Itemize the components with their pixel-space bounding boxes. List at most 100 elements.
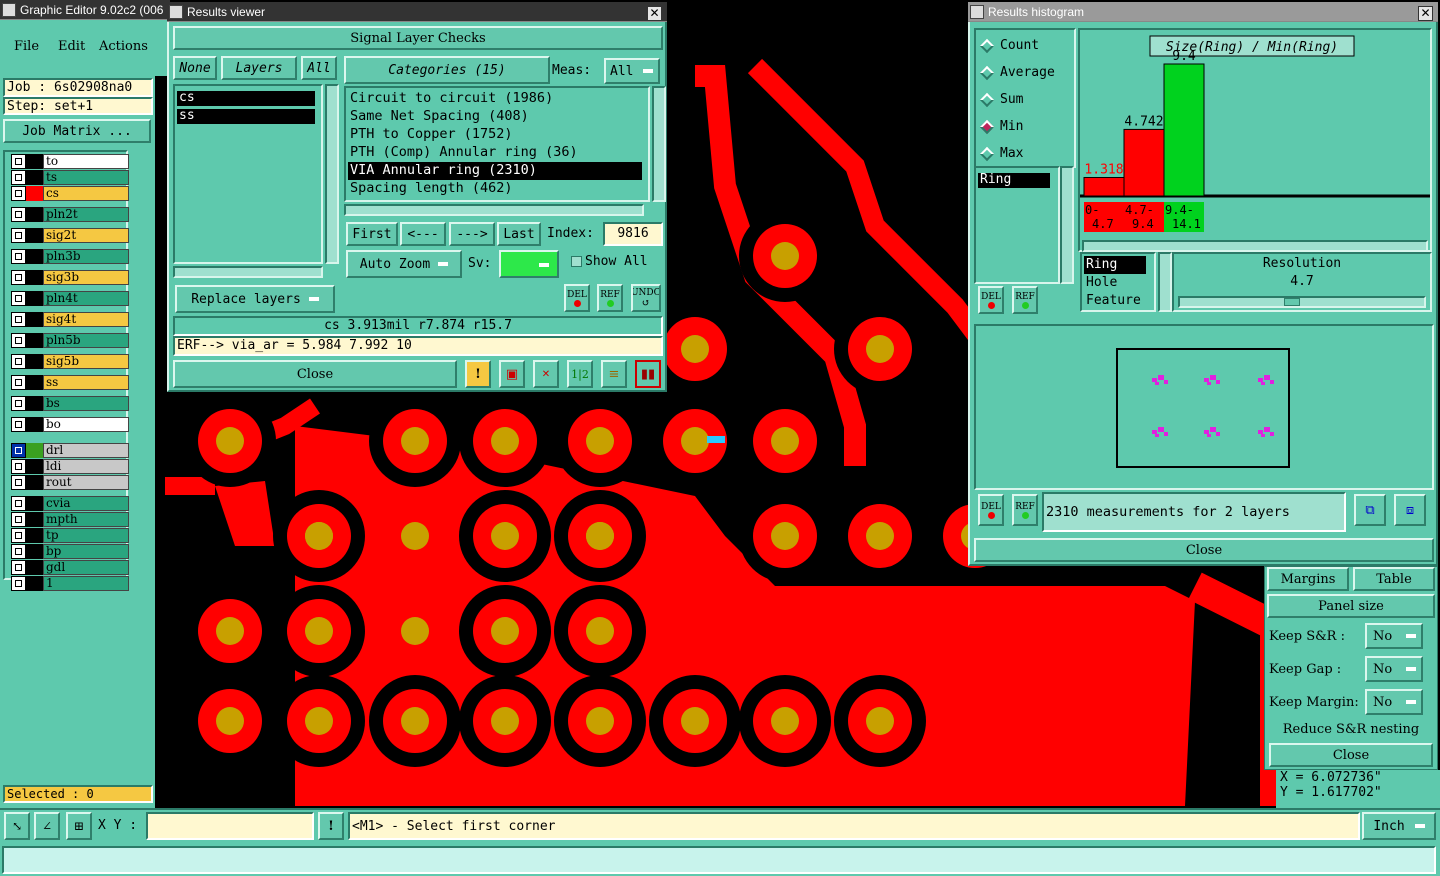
layer-checkbox[interactable]: [11, 186, 26, 201]
layer-name[interactable]: rout: [43, 475, 129, 490]
layer-checkbox[interactable]: [11, 512, 26, 527]
layer-name[interactable]: 1: [43, 576, 129, 591]
tab-all[interactable]: All: [301, 56, 337, 80]
layer-row-bo[interactable]: bo: [11, 417, 129, 432]
layer-row-sig3b[interactable]: sig3b: [11, 270, 129, 285]
grid-snap-icon[interactable]: ⊞: [66, 812, 92, 840]
layer-checkbox[interactable]: [11, 154, 26, 169]
attr-type-listbox[interactable]: Ring Hole Feature: [1080, 252, 1156, 312]
slider-handle[interactable]: [1284, 298, 1300, 306]
measure-icon[interactable]: ∠: [34, 812, 60, 840]
layer-item-cs[interactable]: cs: [177, 91, 315, 106]
category-item[interactable]: Circuit to circuit (1986): [348, 90, 642, 108]
layers-hscrollbar[interactable]: [173, 266, 323, 278]
report-icon[interactable]: ▣: [499, 360, 525, 388]
layer-name[interactable]: mpth: [43, 512, 129, 527]
auto-zoom-select[interactable]: Auto Zoom: [346, 250, 462, 278]
layer-row-bp[interactable]: bp: [11, 544, 129, 559]
layer-row-rout[interactable]: rout: [11, 475, 129, 490]
last-button[interactable]: Last: [497, 222, 541, 246]
ref-button[interactable]: REF: [597, 284, 623, 312]
preview-ref-button[interactable]: REF: [1012, 494, 1038, 526]
panel-close-button[interactable]: Close: [1269, 743, 1433, 767]
attr-type-scrollbar[interactable]: [1158, 252, 1172, 312]
menu-file[interactable]: File: [14, 39, 39, 54]
layer-name[interactable]: bp: [43, 544, 129, 559]
layer-name[interactable]: ldi: [43, 459, 129, 474]
layer-name[interactable]: drl: [43, 443, 129, 458]
next-button[interactable]: --->: [449, 222, 495, 246]
layer-name[interactable]: bs: [43, 396, 129, 411]
layer-checkbox[interactable]: [11, 228, 26, 243]
units-select[interactable]: Inch: [1362, 812, 1436, 840]
layer-name[interactable]: pln2t: [43, 207, 129, 222]
layer-name[interactable]: cs: [43, 186, 129, 201]
layer-row-gdl[interactable]: gdl: [11, 560, 129, 575]
info-icon[interactable]: !: [318, 812, 344, 840]
layer-row-sig5b[interactable]: sig5b: [11, 354, 129, 369]
table-button[interactable]: Table: [1353, 567, 1435, 591]
attr-type-item[interactable]: Ring: [1084, 256, 1146, 274]
layer-checkbox[interactable]: [11, 354, 26, 369]
attr-listbox[interactable]: Ring: [974, 166, 1060, 284]
warning-icon[interactable]: !: [465, 360, 491, 388]
categories-listbox[interactable]: Circuit to circuit (1986) Same Net Spacin…: [344, 86, 650, 202]
del-button[interactable]: DEL: [564, 284, 590, 312]
categories-button[interactable]: Categories (15): [344, 56, 550, 84]
layer-checkbox[interactable]: [11, 207, 26, 222]
radio-icon[interactable]: [979, 119, 995, 134]
first-button[interactable]: First: [346, 222, 398, 246]
job-matrix-button[interactable]: Job Matrix ...: [3, 119, 151, 143]
radio-icon[interactable]: [979, 38, 995, 53]
layer-checkbox[interactable]: [11, 291, 26, 306]
select-icon[interactable]: ⧈: [1394, 494, 1426, 526]
layer-row-pln2t[interactable]: pln2t: [11, 207, 129, 222]
layer-row-cs[interactable]: cs: [11, 186, 129, 201]
layer-row-to[interactable]: to: [11, 154, 129, 169]
mode-count[interactable]: Count: [979, 38, 1039, 53]
close-icon[interactable]: ✕: [647, 6, 662, 21]
radio-icon[interactable]: [979, 146, 995, 161]
menu-actions[interactable]: Actions: [99, 39, 148, 54]
radio-icon[interactable]: [979, 65, 995, 80]
layer-row-sig4t[interactable]: sig4t: [11, 312, 129, 327]
attr-type-item[interactable]: Hole: [1084, 274, 1146, 292]
layer-name[interactable]: sig5b: [43, 354, 129, 369]
reduce-sr-label[interactable]: Reduce S&R nesting: [1265, 722, 1437, 737]
layer-name[interactable]: sig3b: [43, 270, 129, 285]
layer-name[interactable]: tp: [43, 528, 129, 543]
replace-layers-select[interactable]: Replace layers: [175, 285, 335, 313]
erf-icon[interactable]: ✕: [533, 360, 559, 388]
layer-checkbox[interactable]: [11, 396, 26, 411]
histogram-close-button[interactable]: Close: [974, 538, 1434, 562]
layer-row-drl[interactable]: drl: [11, 443, 129, 458]
layer-row-bs[interactable]: bs: [11, 396, 129, 411]
keep-gap-select[interactable]: No: [1365, 656, 1423, 682]
keep-margin-select[interactable]: No: [1365, 689, 1423, 715]
layer-row-ts[interactable]: ts: [11, 170, 129, 185]
category-item[interactable]: VIA Annular ring (2310): [348, 162, 642, 180]
mode-average[interactable]: Average: [979, 65, 1055, 80]
chart-hscrollbar[interactable]: [1082, 240, 1428, 252]
export-icon[interactable]: ⧉: [1354, 494, 1386, 526]
layer-row-pln4t[interactable]: pln4t: [11, 291, 129, 306]
category-item[interactable]: PTH (Comp) Annular ring (36): [348, 144, 642, 162]
mode-max[interactable]: Max: [979, 146, 1023, 161]
category-item[interactable]: Same Net Spacing (408): [348, 108, 642, 126]
close-icon[interactable]: ✕: [1418, 6, 1433, 21]
layer-name[interactable]: sig4t: [43, 312, 129, 327]
margins-button[interactable]: Margins: [1267, 567, 1349, 591]
layer-name[interactable]: ts: [43, 170, 129, 185]
layer-checkbox[interactable]: [11, 560, 26, 575]
layer-row-mpth[interactable]: mpth: [11, 512, 129, 527]
attr-scrollbar[interactable]: [1060, 166, 1074, 284]
mode-sum[interactable]: Sum: [979, 92, 1023, 107]
mode-min[interactable]: Min: [979, 119, 1023, 134]
layer-checkbox[interactable]: [11, 170, 26, 185]
category-item[interactable]: Spacing length (462): [348, 180, 642, 198]
undo-button[interactable]: UNDO ↺: [631, 284, 661, 312]
attr-type-item[interactable]: Feature: [1084, 292, 1146, 310]
menu-edit[interactable]: Edit: [58, 39, 85, 54]
radio-icon[interactable]: [979, 92, 995, 107]
layer-item-ss[interactable]: ss: [177, 109, 315, 124]
